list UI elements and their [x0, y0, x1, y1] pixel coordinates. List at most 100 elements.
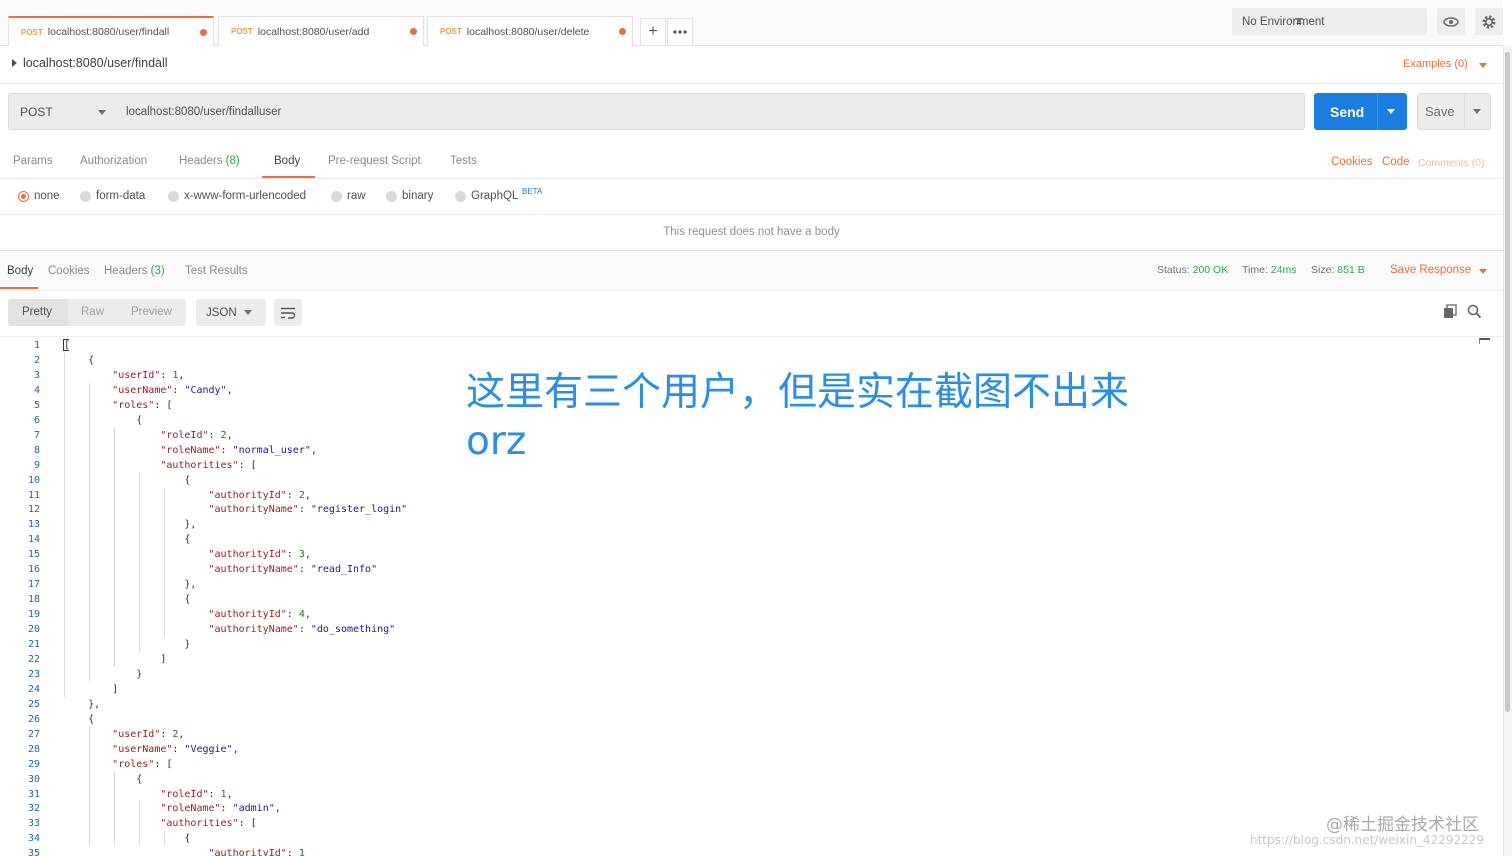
response-tab-cookies[interactable]: Cookies	[48, 265, 90, 277]
line-number: 14	[27, 534, 40, 546]
tab-prerequest-script[interactable]: Pre-request Script	[328, 155, 421, 167]
save-response-button[interactable]: Save Response	[1390, 264, 1471, 276]
radio-binary[interactable]: binary	[386, 190, 433, 202]
view-pretty[interactable]: Pretty	[22, 306, 52, 318]
scrollbar-thumb[interactable]	[1505, 52, 1510, 712]
code-text: }	[64, 639, 191, 650]
line-number: 22	[27, 653, 40, 665]
line-number: 35	[27, 848, 40, 856]
code-text: {	[64, 773, 143, 785]
url-input[interactable]	[117, 93, 1305, 130]
code-line: 12 "authorityName": "register_login"	[0, 502, 1480, 517]
format-label: JSON	[206, 306, 237, 319]
request-tab-add[interactable]: POST localhost:8080/user/add	[218, 16, 424, 46]
code-line: 24 ]	[0, 682, 1480, 697]
response-tab-test-results[interactable]: Test Results	[185, 265, 248, 277]
radio-raw[interactable]: raw	[331, 190, 366, 202]
code-line: 20 "authorityName": "do_something"	[0, 622, 1480, 637]
code-line: 13 },	[0, 517, 1480, 532]
radio-circle	[80, 190, 91, 202]
no-body-message: This request does not have a body	[663, 226, 840, 238]
code-line: 22 ]	[0, 652, 1480, 667]
watermark-url: https://blog.csdn.net/weixin_42292229	[1250, 833, 1485, 847]
divider	[0, 178, 1503, 179]
text-cursor	[63, 339, 69, 351]
code-line: 35 "authorityId": 1	[0, 846, 1480, 856]
method-select[interactable]: POST	[8, 93, 118, 130]
code-text: "authorityName": "read_Info"	[208, 564, 378, 576]
gear-icon[interactable]	[1475, 8, 1503, 35]
copy-icon[interactable]	[1443, 304, 1457, 322]
environment-select[interactable]: No Environment	[1232, 8, 1427, 35]
more-icon-glyph	[673, 30, 687, 34]
send-button[interactable]: Send	[1314, 93, 1407, 130]
code-line: 15 "authorityId": 3,	[0, 547, 1480, 562]
chevron-down-icon	[1295, 18, 1303, 24]
indent-guide	[164, 831, 165, 847]
tab-authorization[interactable]: Authorization	[80, 155, 147, 167]
line-number: 21	[27, 639, 40, 650]
tab-params[interactable]: Params	[13, 155, 53, 167]
code-text: {	[64, 534, 191, 546]
indent-guide	[89, 382, 90, 682]
line-number: 23	[27, 668, 40, 680]
radio-form-data[interactable]: form-data	[80, 190, 145, 202]
beta-badge: BETA	[522, 187, 543, 196]
line-number: 32	[27, 803, 40, 815]
line-number: 9	[33, 459, 40, 471]
comments-link[interactable]: Comments (0)	[1418, 157, 1485, 169]
request-tab-delete[interactable]: POST localhost:8080/user/delete	[427, 16, 633, 46]
line-number: 16	[27, 564, 40, 576]
line-number: 25	[27, 698, 40, 710]
view-preview[interactable]: Preview	[131, 306, 172, 318]
radio-graphql[interactable]: GraphQL	[455, 190, 518, 202]
tab-headers[interactable]: Headers (8)	[179, 155, 240, 167]
radio-label: x-www-form-urlencoded	[184, 190, 307, 202]
eye-icon[interactable]	[1437, 8, 1465, 35]
radio-label: GraphQL	[471, 190, 519, 202]
code-text: {	[64, 833, 191, 845]
chevron-down-icon	[98, 110, 106, 115]
save-label: Save	[1425, 104, 1455, 119]
line-number: 27	[27, 728, 40, 740]
radio-x-www-form-urlencoded[interactable]: x-www-form-urlencoded	[168, 190, 306, 202]
response-tab-body[interactable]: Body	[7, 265, 33, 277]
code-text: ]	[64, 653, 167, 665]
request-title[interactable]: localhost:8080/user/findall	[12, 56, 168, 70]
wrap-icon[interactable]	[274, 299, 302, 326]
search-icon[interactable]	[1467, 304, 1482, 322]
tab-tests[interactable]: Tests	[450, 155, 477, 167]
request-tab-findall[interactable]: POST localhost:8080/user/findall	[8, 16, 214, 46]
examples-link[interactable]: Examples (0)	[1403, 58, 1468, 70]
radio-label: binary	[402, 190, 434, 202]
response-headers-count: (3)	[150, 265, 165, 277]
chevron-down-icon[interactable]	[1387, 109, 1395, 114]
indent-guide	[114, 771, 115, 847]
chevron-down-icon	[244, 310, 252, 315]
code-line: 16 "authorityName": "read_Info"	[0, 562, 1480, 577]
environment-label: No Environment	[1242, 15, 1325, 28]
radio-circle	[331, 190, 342, 202]
time-label: Time:	[1242, 264, 1268, 276]
save-button[interactable]: Save	[1417, 93, 1491, 130]
format-select[interactable]: JSON	[196, 299, 266, 326]
radio-circle	[455, 190, 466, 202]
response-tab-headers[interactable]: Headers (3)	[104, 265, 165, 277]
code-text: {	[64, 354, 95, 366]
tab-body[interactable]: Body	[274, 155, 300, 167]
more-icon[interactable]	[667, 18, 693, 46]
code-line: 18 {	[0, 592, 1480, 607]
radio-none[interactable]: none	[18, 190, 60, 202]
divider	[0, 83, 1503, 84]
chevron-down-icon[interactable]	[1473, 109, 1481, 114]
line-number: 34	[27, 833, 40, 845]
code-link[interactable]: Code	[1382, 156, 1410, 168]
size-label: Size:	[1311, 264, 1335, 276]
radio-circle	[386, 190, 397, 202]
code-text: {	[64, 594, 191, 606]
cookies-link[interactable]: Cookies	[1331, 156, 1373, 168]
view-raw[interactable]: Raw	[81, 306, 104, 318]
plus-icon[interactable]: +	[640, 18, 666, 46]
time-readout: Time: 24ms	[1242, 264, 1296, 276]
unsaved-dot	[200, 29, 207, 36]
